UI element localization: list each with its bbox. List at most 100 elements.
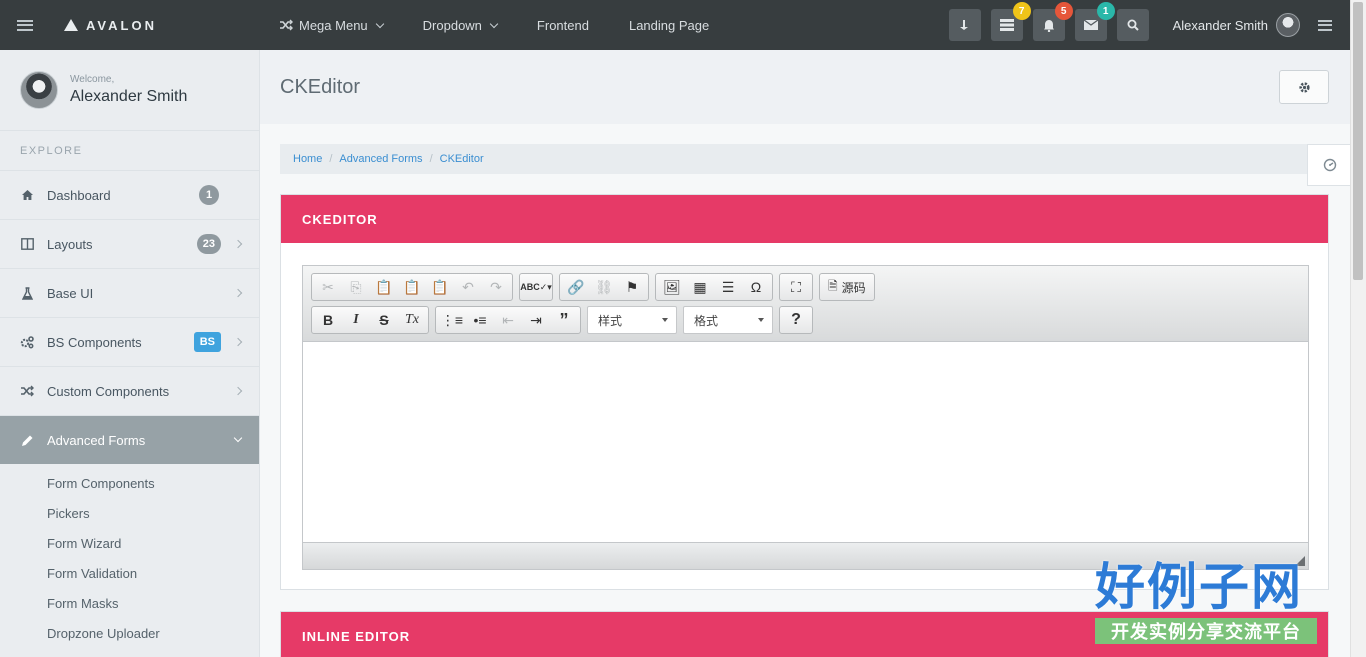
- sidebar-item-label: Layouts: [47, 236, 93, 252]
- submenu-item-dropzone-uploader[interactable]: Dropzone Uploader: [0, 618, 259, 648]
- page-settings-button[interactable]: [1279, 70, 1329, 104]
- nav-mega-menu-label: Mega Menu: [299, 17, 368, 33]
- paste-button[interactable]: 📋: [370, 275, 398, 299]
- avatar: [1276, 13, 1300, 37]
- welcome-box: Welcome, Alexander Smith: [0, 50, 259, 130]
- submenu-item-form-components[interactable]: Form Components: [0, 468, 259, 498]
- layouts-count-badge: 23: [196, 234, 221, 254]
- undo-icon: ↶: [462, 278, 474, 295]
- nav-frontend[interactable]: Frontend: [517, 0, 609, 50]
- clipboard-text-icon: 📋: [403, 278, 421, 295]
- undo-button[interactable]: ↶: [454, 275, 482, 299]
- watermark-subtitle: 开发实例分享交流平台: [1095, 618, 1317, 644]
- breadcrumb-home[interactable]: Home: [293, 153, 322, 165]
- submenu-item-form-masks[interactable]: Form Masks: [0, 588, 259, 618]
- submenu-item-form-validation[interactable]: Form Validation: [0, 558, 259, 588]
- blockquote-button[interactable]: ”: [550, 308, 578, 332]
- submenu-item-pickers[interactable]: Pickers: [0, 498, 259, 528]
- brand-logo[interactable]: AVALON: [64, 18, 264, 33]
- bulleted-list-button[interactable]: •≡: [466, 308, 494, 332]
- bold-button[interactable]: B: [314, 308, 342, 332]
- section-label-explore: EXPLORE: [0, 130, 259, 170]
- sidebar-item-dashboard[interactable]: Dashboard 1: [0, 170, 259, 219]
- indent-button[interactable]: ⇥: [522, 308, 550, 332]
- image-button[interactable]: 🖼: [658, 275, 686, 299]
- quote-icon: ”: [559, 309, 569, 330]
- sidebar-item-custom-components[interactable]: Custom Components: [0, 366, 259, 415]
- user-menu[interactable]: Alexander Smith: [1173, 13, 1300, 37]
- link-button[interactable]: 🔗: [562, 275, 590, 299]
- user-name: Alexander Smith: [1172, 17, 1268, 33]
- maximize-group: ⛶: [779, 273, 813, 301]
- format-dropdown[interactable]: 格式: [683, 306, 773, 334]
- sidebar-item-advanced-forms[interactable]: Advanced Forms: [0, 415, 259, 464]
- sidebar-item-layouts[interactable]: Layouts 23: [0, 219, 259, 268]
- strike-button[interactable]: S: [370, 308, 398, 332]
- italic-icon: I: [353, 312, 359, 327]
- sidebar-toggle-button[interactable]: [0, 0, 50, 50]
- cut-button[interactable]: ✂: [314, 275, 342, 299]
- copy-icon: ⎘: [350, 278, 362, 295]
- bulleted-list-icon: •≡: [473, 312, 487, 328]
- sidebar-item-label: Advanced Forms: [47, 432, 146, 448]
- remove-format-button[interactable]: Tx: [398, 308, 426, 332]
- toolbar-row: B I S Tx ⋮≡ •≡ ⇤ ⇥ ” 样式 格式 ?: [311, 305, 1300, 335]
- special-char-button[interactable]: Ω: [742, 275, 770, 299]
- paste-word-button[interactable]: 📋: [426, 275, 454, 299]
- sidebar-item-base-ui[interactable]: Base UI: [0, 268, 259, 317]
- ckeditor: ✂ ⎘ 📋 📋 📋 ↶ ↷ ABC✓▾ 🔗 ⛓ ⚑ 🖼 ▦ ☰ Ω ⛶ 🗎 源码…: [302, 265, 1309, 570]
- source-icon: 🗎: [828, 278, 838, 293]
- outdent-button[interactable]: ⇤: [494, 308, 522, 332]
- help-button[interactable]: ?: [782, 308, 810, 332]
- paste-text-button[interactable]: 📋: [398, 275, 426, 299]
- avatar[interactable]: [20, 71, 58, 109]
- numbered-list-icon: ⋮≡: [440, 311, 464, 328]
- search-button[interactable]: [1116, 9, 1149, 41]
- table-button[interactable]: ▦: [686, 275, 714, 299]
- chevron-down-icon: [375, 19, 384, 28]
- tasks-button[interactable]: 7: [990, 2, 1031, 41]
- right-panel-toggle[interactable]: [1300, 0, 1350, 50]
- scrollbar-thumb[interactable]: [1353, 2, 1363, 280]
- source-button[interactable]: 🗎 源码: [822, 275, 872, 299]
- source-label: 源码: [841, 280, 866, 295]
- editor-content-area[interactable]: [303, 342, 1308, 542]
- styles-dropdown-label: 样式: [598, 313, 623, 328]
- page-scrollbar[interactable]: [1350, 0, 1366, 657]
- download-button[interactable]: [948, 9, 981, 41]
- numbered-list-button[interactable]: ⋮≡: [438, 308, 466, 332]
- nav-mega-menu[interactable]: Mega Menu: [279, 0, 403, 50]
- breadcrumb-advanced-forms[interactable]: Advanced Forms: [339, 153, 422, 165]
- sidebar-item-label: BS Components: [47, 334, 142, 350]
- copy-button[interactable]: ⎘: [342, 275, 370, 299]
- pencil-icon: [20, 433, 34, 447]
- unlink-button[interactable]: ⛓: [590, 275, 618, 299]
- sidebar-item-bs-components[interactable]: BS Components BS: [0, 317, 259, 366]
- messages-badge: 1: [1096, 2, 1115, 20]
- nav-dropdown[interactable]: Dropdown: [403, 0, 517, 50]
- breadcrumb-separator: /: [329, 153, 333, 165]
- anchor-button[interactable]: ⚑: [618, 275, 646, 299]
- watermark-logo: 好例子网 开发实例分享交流平台: [1095, 558, 1320, 650]
- tasks-icon: [999, 19, 1014, 31]
- unlink-icon: ⛓: [595, 278, 613, 295]
- italic-button[interactable]: I: [342, 308, 370, 332]
- horizontal-rule-button[interactable]: ☰: [714, 275, 742, 299]
- spellcheck-button[interactable]: ABC✓▾: [520, 275, 552, 299]
- notifications-button[interactable]: 5: [1032, 2, 1073, 41]
- styles-dropdown[interactable]: 样式: [587, 306, 677, 334]
- help-group: ?: [779, 306, 813, 334]
- breadcrumb-ckeditor[interactable]: CKEditor: [440, 153, 484, 165]
- redo-icon: ↷: [490, 278, 502, 295]
- messages-button[interactable]: 1: [1074, 2, 1115, 41]
- theme-settings-tab[interactable]: [1307, 144, 1351, 186]
- redo-button[interactable]: ↷: [482, 275, 510, 299]
- nav-landing-page[interactable]: Landing Page: [609, 0, 729, 50]
- maximize-button[interactable]: ⛶: [782, 275, 810, 299]
- shuffle-icon: [280, 19, 293, 31]
- spellcheck-group: ABC✓▾: [519, 273, 553, 301]
- submenu-item-form-wizard[interactable]: Form Wizard: [0, 528, 259, 558]
- link-group: 🔗 ⛓ ⚑: [559, 273, 649, 301]
- source-group: 🗎 源码: [819, 273, 875, 301]
- welcome-name: Alexander Smith: [70, 88, 188, 105]
